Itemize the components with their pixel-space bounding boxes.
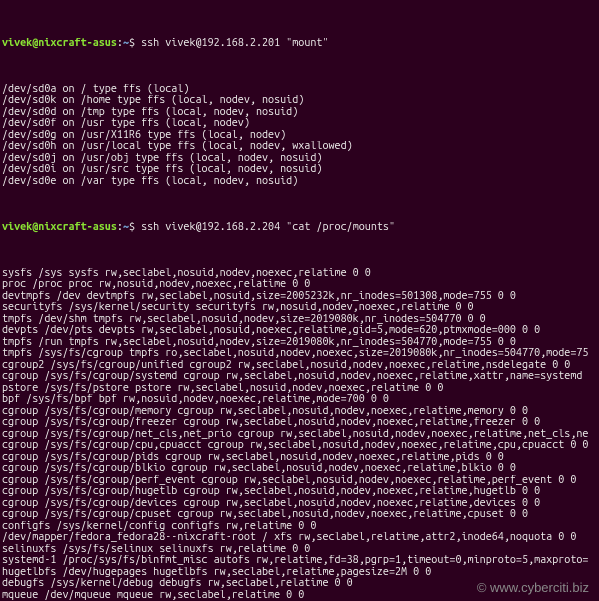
watermark: © www.cyberciti.biz — [477, 582, 589, 594]
output-line: cgroup /sys/fs/cgroup/devices cgroup rw,… — [2, 498, 597, 510]
output-line: /dev/sd0j on /usr/obj type ffs (local, n… — [2, 153, 597, 165]
prompt-line-1: vivek@nixcraft-asus:~$ ssh vivek@192.168… — [2, 38, 597, 50]
output-line: systemd-1 /proc/sys/fs/binfmt_misc autof… — [2, 555, 597, 567]
prompt-host: nixcraft-asus — [38, 38, 117, 49]
output-line: selinuxfs /sys/fs/selinux selinuxfs rw,r… — [2, 544, 597, 556]
output-line: sysfs /sys sysfs rw,seclabel,nosuid,node… — [2, 268, 597, 280]
output-line: bpf /sys/fs/bpf bpf rw,nosuid,nodev,noex… — [2, 394, 597, 406]
output-line: cgroup /sys/fs/cgroup/blkio cgroup rw,se… — [2, 463, 597, 475]
output-line: tmpfs /sys/fs/cgroup tmpfs ro,seclabel,n… — [2, 348, 597, 360]
output-line: /dev/sd0e on /var type ffs (local, nodev… — [2, 176, 597, 188]
output-block-1: /dev/sd0a on / type ffs (local)/dev/sd0k… — [2, 84, 597, 188]
prompt-dollar: $ — [129, 38, 141, 49]
output-line: securityfs /sys/kernel/security security… — [2, 302, 597, 314]
output-line: /dev/mapper/fedora_fedora28--nixcraft-ro… — [2, 532, 597, 544]
output-line: cgroup /sys/fs/cgroup/systemd cgroup rw,… — [2, 371, 597, 383]
command-2: ssh vivek@192.168.2.204 "cat /proc/mount… — [141, 222, 395, 233]
output-line: cgroup /sys/fs/cgroup/cpu,cpuacct cgroup… — [2, 440, 597, 452]
output-line: cgroup /sys/fs/cgroup/memory cgroup rw,s… — [2, 406, 597, 418]
output-line: tmpfs /dev/shm tmpfs rw,seclabel,nosuid,… — [2, 314, 597, 326]
output-line: /dev/sd0g on /usr/X11R6 type ffs (local,… — [2, 130, 597, 142]
output-line: /dev/sd0f on /usr type ffs (local, nodev… — [2, 118, 597, 130]
prompt-user: vivek — [2, 38, 32, 49]
command-1: ssh vivek@192.168.2.201 "mount" — [141, 38, 328, 49]
output-line: /dev/sd0d on /tmp type ffs (local, nodev… — [2, 107, 597, 119]
prompt-host: nixcraft-asus — [38, 222, 117, 233]
output-block-2: sysfs /sys sysfs rw,seclabel,nosuid,node… — [2, 268, 597, 601]
output-line: cgroup /sys/fs/cgroup/cpuset cgroup rw,s… — [2, 509, 597, 521]
prompt-line-2: vivek@nixcraft-asus:~$ ssh vivek@192.168… — [2, 222, 597, 234]
output-line: /dev/sd0k on /home type ffs (local, node… — [2, 95, 597, 107]
output-line: cgroup /sys/fs/cgroup/hugetlb cgroup rw,… — [2, 486, 597, 498]
output-line: proc /proc proc rw,nosuid,nodev,noexec,r… — [2, 279, 597, 291]
output-line: /dev/sd0h on /usr/local type ffs (local,… — [2, 141, 597, 153]
terminal[interactable]: vivek@nixcraft-asus:~$ ssh vivek@192.168… — [2, 3, 597, 601]
output-line: cgroup2 /sys/fs/cgroup/unified cgroup2 r… — [2, 360, 597, 372]
output-line: devpts /dev/pts devpts rw,seclabel,nosui… — [2, 325, 597, 337]
output-line: devtmpfs /dev devtmpfs rw,seclabel,nosui… — [2, 291, 597, 303]
output-line: cgroup /sys/fs/cgroup/net_cls,net_prio c… — [2, 429, 597, 441]
output-line: /dev/sd0i on /usr/src type ffs (local, n… — [2, 164, 597, 176]
output-line: pstore /sys/fs/pstore pstore rw,seclabel… — [2, 383, 597, 395]
output-line: /dev/sd0a on / type ffs (local) — [2, 84, 597, 96]
output-line: hugetlbfs /dev/hugepages hugetlbfs rw,se… — [2, 567, 597, 579]
output-line: cgroup /sys/fs/cgroup/pids cgroup rw,sec… — [2, 452, 597, 464]
prompt-dollar: $ — [129, 222, 141, 233]
output-line: configfs /sys/kernel/config configfs rw,… — [2, 521, 597, 533]
output-line: tmpfs /run tmpfs rw,seclabel,nosuid,node… — [2, 337, 597, 349]
prompt-user: vivek — [2, 222, 32, 233]
output-line: cgroup /sys/fs/cgroup/perf_event cgroup … — [2, 475, 597, 487]
output-line: cgroup /sys/fs/cgroup/freezer cgroup rw,… — [2, 417, 597, 429]
